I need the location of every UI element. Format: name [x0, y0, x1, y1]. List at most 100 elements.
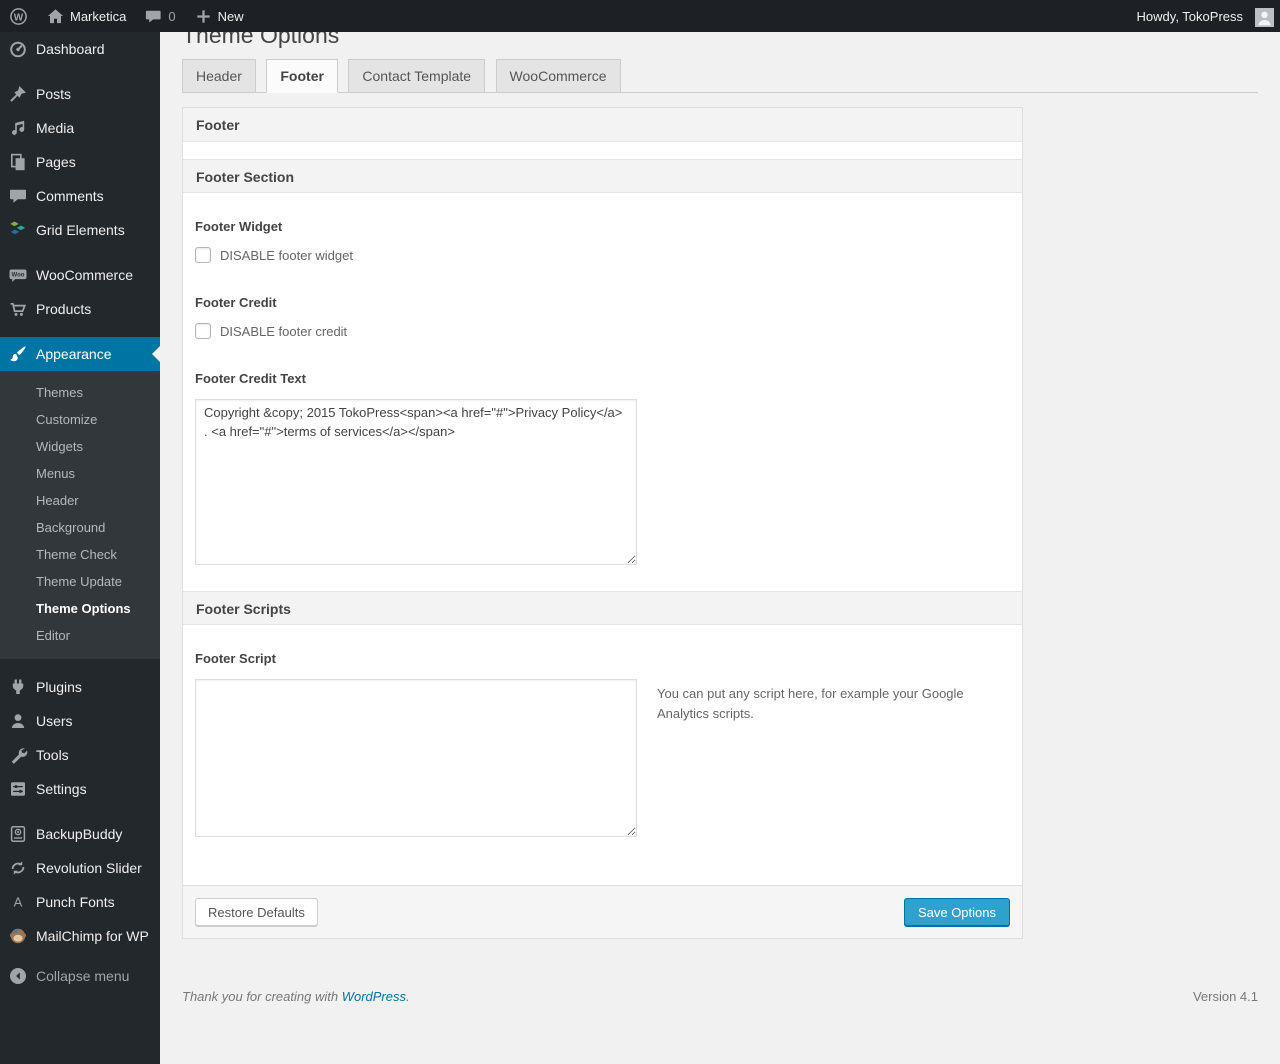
sidebar-item-backupbuddy[interactable]: BackupBuddy [0, 817, 160, 851]
plus-icon [194, 7, 213, 26]
sidebar-item-products[interactable]: Products [0, 292, 160, 326]
disable-footer-credit-checkbox[interactable] [195, 323, 211, 339]
user-icon [8, 711, 28, 731]
admin-bar: W Marketica 0 New Howdy, TokoPress [0, 0, 1280, 32]
footer-section-title: Footer Section [183, 159, 1022, 193]
sidebar-item-label: Grid Elements [36, 222, 125, 238]
disable-footer-widget-checkbox[interactable] [195, 247, 211, 263]
pages-icon [8, 152, 28, 172]
collapse-menu-button[interactable]: Collapse menu [0, 959, 160, 993]
sidebar-item-posts[interactable]: Posts [0, 77, 160, 111]
site-name-menu[interactable]: Marketica [37, 0, 135, 32]
sidebar-item-dashboard[interactable]: Dashboard [0, 32, 160, 66]
pushpin-icon [8, 84, 28, 104]
sidebar-item-comments[interactable]: Comments [0, 179, 160, 213]
sidebar-subitem-theme-check[interactable]: Theme Check [0, 541, 160, 568]
svg-text:W: W [14, 12, 24, 23]
footer-script-label: Footer Script [195, 651, 276, 666]
footer-scripts-content: Footer Script You can put any script her… [183, 625, 1022, 885]
menu-separator [0, 326, 160, 337]
sidebar-item-label: Settings [36, 781, 87, 797]
woocommerce-badge-icon: Woo [8, 265, 28, 285]
checkbox-label: DISABLE footer widget [220, 247, 353, 263]
footer-script-help-text: You can put any script here, for example… [657, 686, 964, 721]
footer-thanks-text: Thank you for creating with WordPress. [182, 989, 410, 1004]
sidebar-item-label: MailChimp for WP [36, 928, 149, 944]
sidebar-item-users[interactable]: Users [0, 704, 160, 738]
sidebar-subitem-themes[interactable]: Themes [0, 379, 160, 406]
disable-footer-widget-option[interactable]: DISABLE footer widget [195, 247, 1010, 263]
mailchimp-monkey-icon [8, 926, 28, 946]
sidebar-item-tools[interactable]: Tools [0, 738, 160, 772]
sidebar-item-plugins[interactable]: Plugins [0, 670, 160, 704]
footer-script-row: You can put any script here, for example… [195, 666, 1010, 837]
wrench-icon [8, 745, 28, 765]
sidebar-subitem-customize[interactable]: Customize [0, 406, 160, 433]
svg-text:Woo: Woo [12, 273, 25, 279]
menu-separator [0, 806, 160, 817]
menu-separator [0, 247, 160, 258]
comments-icon [8, 186, 28, 206]
sidebar-item-settings[interactable]: Settings [0, 772, 160, 806]
wordpress-link[interactable]: WordPress [342, 989, 406, 1004]
account-menu[interactable]: Howdy, TokoPress [1128, 0, 1280, 32]
sidebar-item-media[interactable]: Media [0, 111, 160, 145]
tab-bar: Header Footer Contact Template WooCommer… [182, 59, 1258, 93]
refresh-arrows-icon [8, 858, 28, 878]
wp-logo-menu[interactable]: W [0, 0, 37, 32]
appearance-submenu: Themes Customize Widgets Menus Header Ba… [0, 371, 160, 659]
admin-menu: Dashboard Posts Media Pages Comments Gri… [0, 32, 160, 1064]
restore-defaults-button[interactable]: Restore Defaults [195, 898, 318, 926]
tab-contact-template[interactable]: Contact Template [348, 59, 486, 93]
sidebar-subitem-menus[interactable]: Menus [0, 460, 160, 487]
comments-shortcut[interactable]: 0 [135, 0, 184, 32]
thanks-suffix: . [406, 989, 410, 1004]
sidebar-item-mailchimp[interactable]: MailChimp for WP [0, 919, 160, 953]
collapse-arrow-icon [8, 966, 28, 986]
sidebar-item-woocommerce[interactable]: Woo WooCommerce [0, 258, 160, 292]
tab-woocommerce[interactable]: WooCommerce [495, 59, 621, 93]
save-options-button[interactable]: Save Options [903, 898, 1010, 926]
footer-credit-text-textarea[interactable]: Copyright &copy; 2015 TokoPress<span><a … [195, 399, 637, 565]
footer-scripts-title: Footer Scripts [183, 591, 1022, 625]
new-content-menu[interactable]: New [185, 0, 253, 32]
disable-footer-credit-option[interactable]: DISABLE footer credit [195, 323, 1010, 339]
sidebar-subitem-background[interactable]: Background [0, 514, 160, 541]
sidebar-item-appearance[interactable]: Appearance [0, 337, 160, 371]
sidebar-item-pages[interactable]: Pages [0, 145, 160, 179]
footer-credit-label: Footer Credit [195, 295, 277, 310]
sidebar-item-revolution-slider[interactable]: Revolution Slider [0, 851, 160, 885]
site-name-label: Marketica [70, 8, 127, 24]
sidebar-item-label: Revolution Slider [36, 860, 142, 876]
menu-separator [0, 66, 160, 77]
sidebar-item-label: BackupBuddy [36, 826, 123, 842]
sidebar-item-label: Users [36, 713, 73, 729]
sidebar-subitem-widgets[interactable]: Widgets [0, 433, 160, 460]
appearance-brush-icon [8, 344, 28, 364]
footer-script-textarea[interactable] [195, 679, 637, 837]
sidebar-item-grid-elements[interactable]: Grid Elements [0, 213, 160, 247]
sidebar-subitem-theme-options[interactable]: Theme Options [0, 595, 160, 622]
sidebar-subitem-header[interactable]: Header [0, 487, 160, 514]
svg-text:A: A [14, 895, 23, 910]
sidebar-item-label: Plugins [36, 679, 82, 695]
tab-header[interactable]: Header [182, 59, 256, 93]
sidebar-item-label: WooCommerce [36, 267, 133, 283]
media-icon [8, 118, 28, 138]
dashboard-icon [8, 39, 28, 59]
sidebar-item-punch-fonts[interactable]: A Punch Fonts [0, 885, 160, 919]
howdy-label: Howdy, TokoPress [1136, 8, 1243, 24]
main-content: Theme Options Header Footer Contact Temp… [160, 0, 1280, 1004]
cart-icon [8, 299, 28, 319]
avatar [1255, 8, 1274, 27]
admin-bar-left: W Marketica 0 New [0, 0, 253, 32]
footer-section-content: Footer Widget DISABLE footer widget Foot… [183, 193, 1022, 591]
tab-footer[interactable]: Footer [266, 59, 338, 93]
sidebar-subitem-editor[interactable]: Editor [0, 622, 160, 649]
letter-a-icon: A [8, 892, 28, 912]
menu-separator [0, 659, 160, 670]
sidebar-subitem-theme-update[interactable]: Theme Update [0, 568, 160, 595]
sidebar-item-label: Appearance [36, 346, 112, 362]
home-icon [46, 7, 65, 26]
footer-credit-text-label: Footer Credit Text [195, 371, 306, 386]
